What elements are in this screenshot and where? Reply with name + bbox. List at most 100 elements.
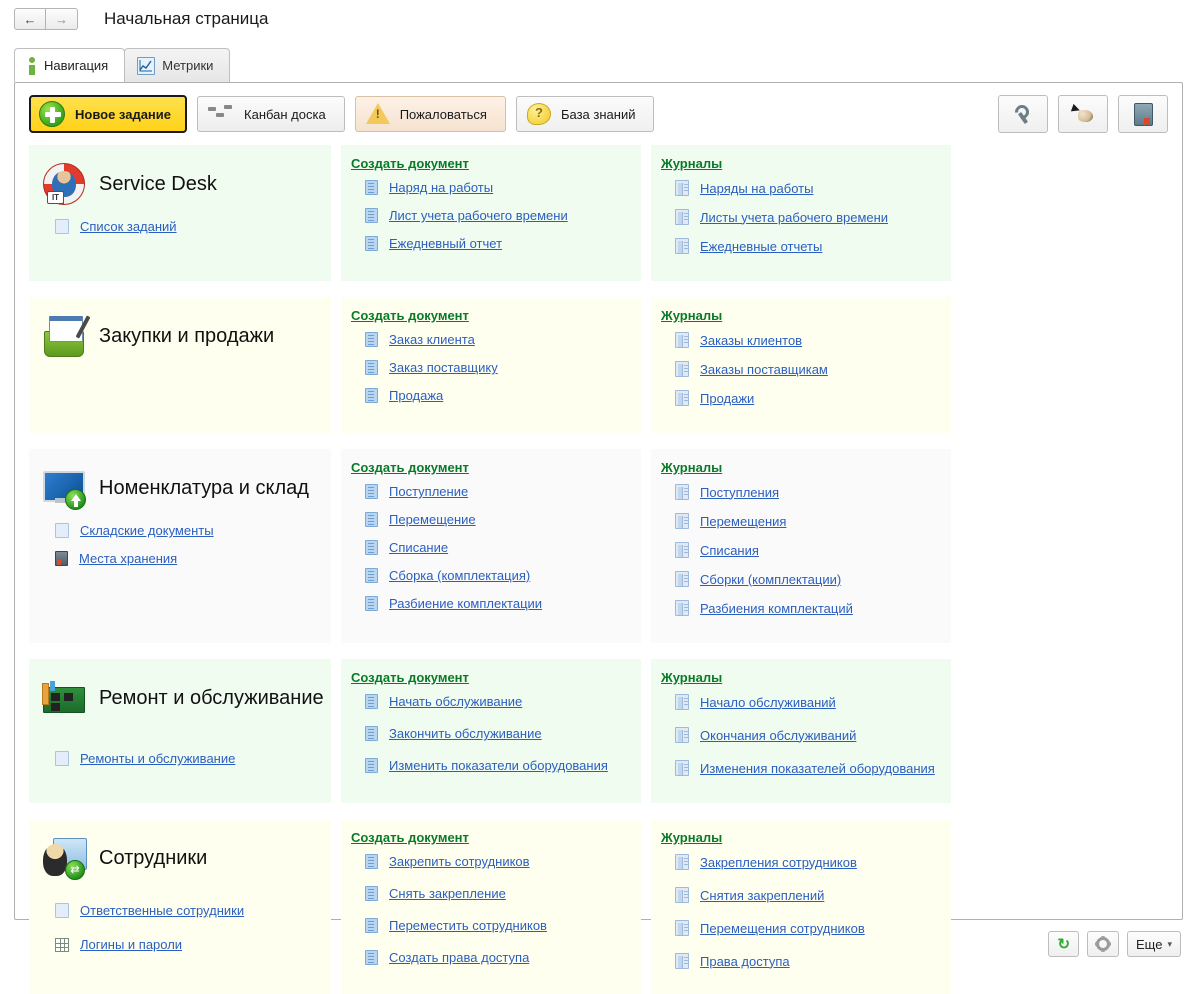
- link-label[interactable]: Списание: [389, 540, 448, 555]
- complain-button[interactable]: Пожаловаться: [355, 96, 506, 132]
- journals-header[interactable]: Журналы: [661, 830, 722, 845]
- list-item[interactable]: Начать обслуживание: [365, 694, 629, 709]
- link-label[interactable]: Ежедневный отчет: [389, 236, 502, 251]
- list-item[interactable]: Снять закрепление: [365, 886, 629, 901]
- list-item[interactable]: Изменить показатели оборудования: [365, 758, 629, 773]
- manual-book-button[interactable]: [1118, 95, 1168, 133]
- list-item[interactable]: Ремонты и обслуживание: [55, 751, 319, 766]
- link-label[interactable]: Сборки (комплектации): [700, 572, 841, 587]
- list-item[interactable]: Ответственные сотрудники: [55, 903, 319, 918]
- list-item[interactable]: Разбиения комплектаций: [675, 600, 939, 616]
- create-document-header[interactable]: Создать документ: [351, 460, 469, 475]
- link-label[interactable]: Поступления: [700, 485, 779, 500]
- link-label[interactable]: Списания: [700, 543, 759, 558]
- back-button[interactable]: ←: [14, 8, 46, 30]
- list-item[interactable]: Изменения показателей оборудования: [675, 760, 939, 776]
- settings-tool-button[interactable]: [998, 95, 1048, 133]
- list-item[interactable]: Заказ поставщику: [365, 360, 629, 375]
- list-item[interactable]: Ежедневный отчет: [365, 236, 629, 251]
- list-item[interactable]: Поступление: [365, 484, 629, 499]
- link-label[interactable]: Разбиение комплектации: [389, 596, 542, 611]
- list-item[interactable]: Начало обслуживаний: [675, 694, 939, 710]
- pen-tool-button[interactable]: [1058, 95, 1108, 133]
- link-label[interactable]: Наряды на работы: [700, 181, 813, 196]
- list-item[interactable]: Разбиение комплектации: [365, 596, 629, 611]
- list-item[interactable]: Перемещения: [675, 513, 939, 529]
- create-document-header[interactable]: Создать документ: [351, 830, 469, 845]
- list-item[interactable]: Складские документы: [55, 523, 319, 538]
- link-label[interactable]: Ремонты и обслуживание: [80, 751, 235, 766]
- link-label[interactable]: Наряд на работы: [389, 180, 493, 195]
- link-label[interactable]: Разбиения комплектаций: [700, 601, 853, 616]
- link-label[interactable]: Заказы поставщикам: [700, 362, 828, 377]
- link-label[interactable]: Начать обслуживание: [389, 694, 522, 709]
- link-label[interactable]: Перемещения сотрудников: [700, 921, 865, 936]
- list-item[interactable]: Поступления: [675, 484, 939, 500]
- list-item[interactable]: Лист учета рабочего времени: [365, 208, 629, 223]
- journals-header[interactable]: Журналы: [661, 460, 722, 475]
- link-label[interactable]: Перемещения: [700, 514, 786, 529]
- link-label[interactable]: Заказ поставщику: [389, 360, 498, 375]
- list-item[interactable]: Права доступа: [675, 953, 939, 969]
- create-document-header[interactable]: Создать документ: [351, 670, 469, 685]
- link-label[interactable]: Снять закрепление: [389, 886, 506, 901]
- list-item[interactable]: Наряды на работы: [675, 180, 939, 196]
- link-label[interactable]: Закончить обслуживание: [389, 726, 542, 741]
- list-item[interactable]: Закрепить сотрудников: [365, 854, 629, 869]
- list-item[interactable]: Списание: [365, 540, 629, 555]
- link-label[interactable]: Складские документы: [80, 523, 214, 538]
- knowledge-base-button[interactable]: База знаний: [516, 96, 655, 132]
- link-label[interactable]: Изменения показателей оборудования: [700, 761, 935, 776]
- list-item[interactable]: Заказы клиентов: [675, 332, 939, 348]
- list-item[interactable]: Перемещения сотрудников: [675, 920, 939, 936]
- link-label[interactable]: Ежедневные отчеты: [700, 239, 822, 254]
- new-task-button[interactable]: Новое задание: [29, 95, 187, 133]
- list-item[interactable]: Листы учета рабочего времени: [675, 209, 939, 225]
- list-item[interactable]: Списания: [675, 542, 939, 558]
- link-label[interactable]: Изменить показатели оборудования: [389, 758, 608, 773]
- list-item[interactable]: Логины и пароли: [55, 937, 319, 952]
- journals-header[interactable]: Журналы: [661, 156, 722, 171]
- link-label[interactable]: Переместить сотрудников: [389, 918, 547, 933]
- list-item[interactable]: Окончания обслуживаний: [675, 727, 939, 743]
- list-item[interactable]: Заказы поставщикам: [675, 361, 939, 377]
- link-label[interactable]: Закрепить сотрудников: [389, 854, 530, 869]
- tab-metrics[interactable]: Метрики: [124, 48, 230, 82]
- list-item[interactable]: Снятия закреплений: [675, 887, 939, 903]
- create-document-header[interactable]: Создать документ: [351, 156, 469, 171]
- link-label[interactable]: Начало обслуживаний: [700, 695, 836, 710]
- list-item[interactable]: Перемещение: [365, 512, 629, 527]
- link-label[interactable]: Окончания обслуживаний: [700, 728, 856, 743]
- link-label[interactable]: Продажа: [389, 388, 443, 403]
- link-label[interactable]: Ответственные сотрудники: [80, 903, 244, 918]
- link-label[interactable]: Логины и пароли: [80, 937, 182, 952]
- link-label[interactable]: Места хранения: [79, 551, 177, 566]
- list-item[interactable]: Продажи: [675, 390, 939, 406]
- link-label[interactable]: Поступление: [389, 484, 468, 499]
- link-label[interactable]: Список заданий: [80, 219, 177, 234]
- link-label[interactable]: Снятия закреплений: [700, 888, 824, 903]
- list-item[interactable]: Закончить обслуживание: [365, 726, 629, 741]
- list-item[interactable]: Ежедневные отчеты: [675, 238, 939, 254]
- link-label[interactable]: Права доступа: [700, 954, 790, 969]
- link-label[interactable]: Листы учета рабочего времени: [700, 210, 888, 225]
- journals-header[interactable]: Журналы: [661, 670, 722, 685]
- forward-button[interactable]: →: [46, 8, 78, 30]
- create-document-header[interactable]: Создать документ: [351, 308, 469, 323]
- list-item[interactable]: Сборки (комплектации): [675, 571, 939, 587]
- link-label[interactable]: Закрепления сотрудников: [700, 855, 857, 870]
- list-item[interactable]: Места хранения: [55, 551, 319, 566]
- list-item[interactable]: Наряд на работы: [365, 180, 629, 195]
- kanban-board-button[interactable]: Канбан доска: [197, 96, 345, 132]
- link-label[interactable]: Создать права доступа: [389, 950, 529, 965]
- link-label[interactable]: Лист учета рабочего времени: [389, 208, 568, 223]
- list-item[interactable]: Закрепления сотрудников: [675, 854, 939, 870]
- tab-navigation[interactable]: Навигация: [14, 48, 125, 82]
- link-label[interactable]: Перемещение: [389, 512, 476, 527]
- link-label[interactable]: Сборка (комплектация): [389, 568, 530, 583]
- list-item[interactable]: Переместить сотрудников: [365, 918, 629, 933]
- list-item[interactable]: Сборка (комплектация): [365, 568, 629, 583]
- list-item[interactable]: Продажа: [365, 388, 629, 403]
- list-item[interactable]: Список заданий: [55, 219, 319, 234]
- list-item[interactable]: Заказ клиента: [365, 332, 629, 347]
